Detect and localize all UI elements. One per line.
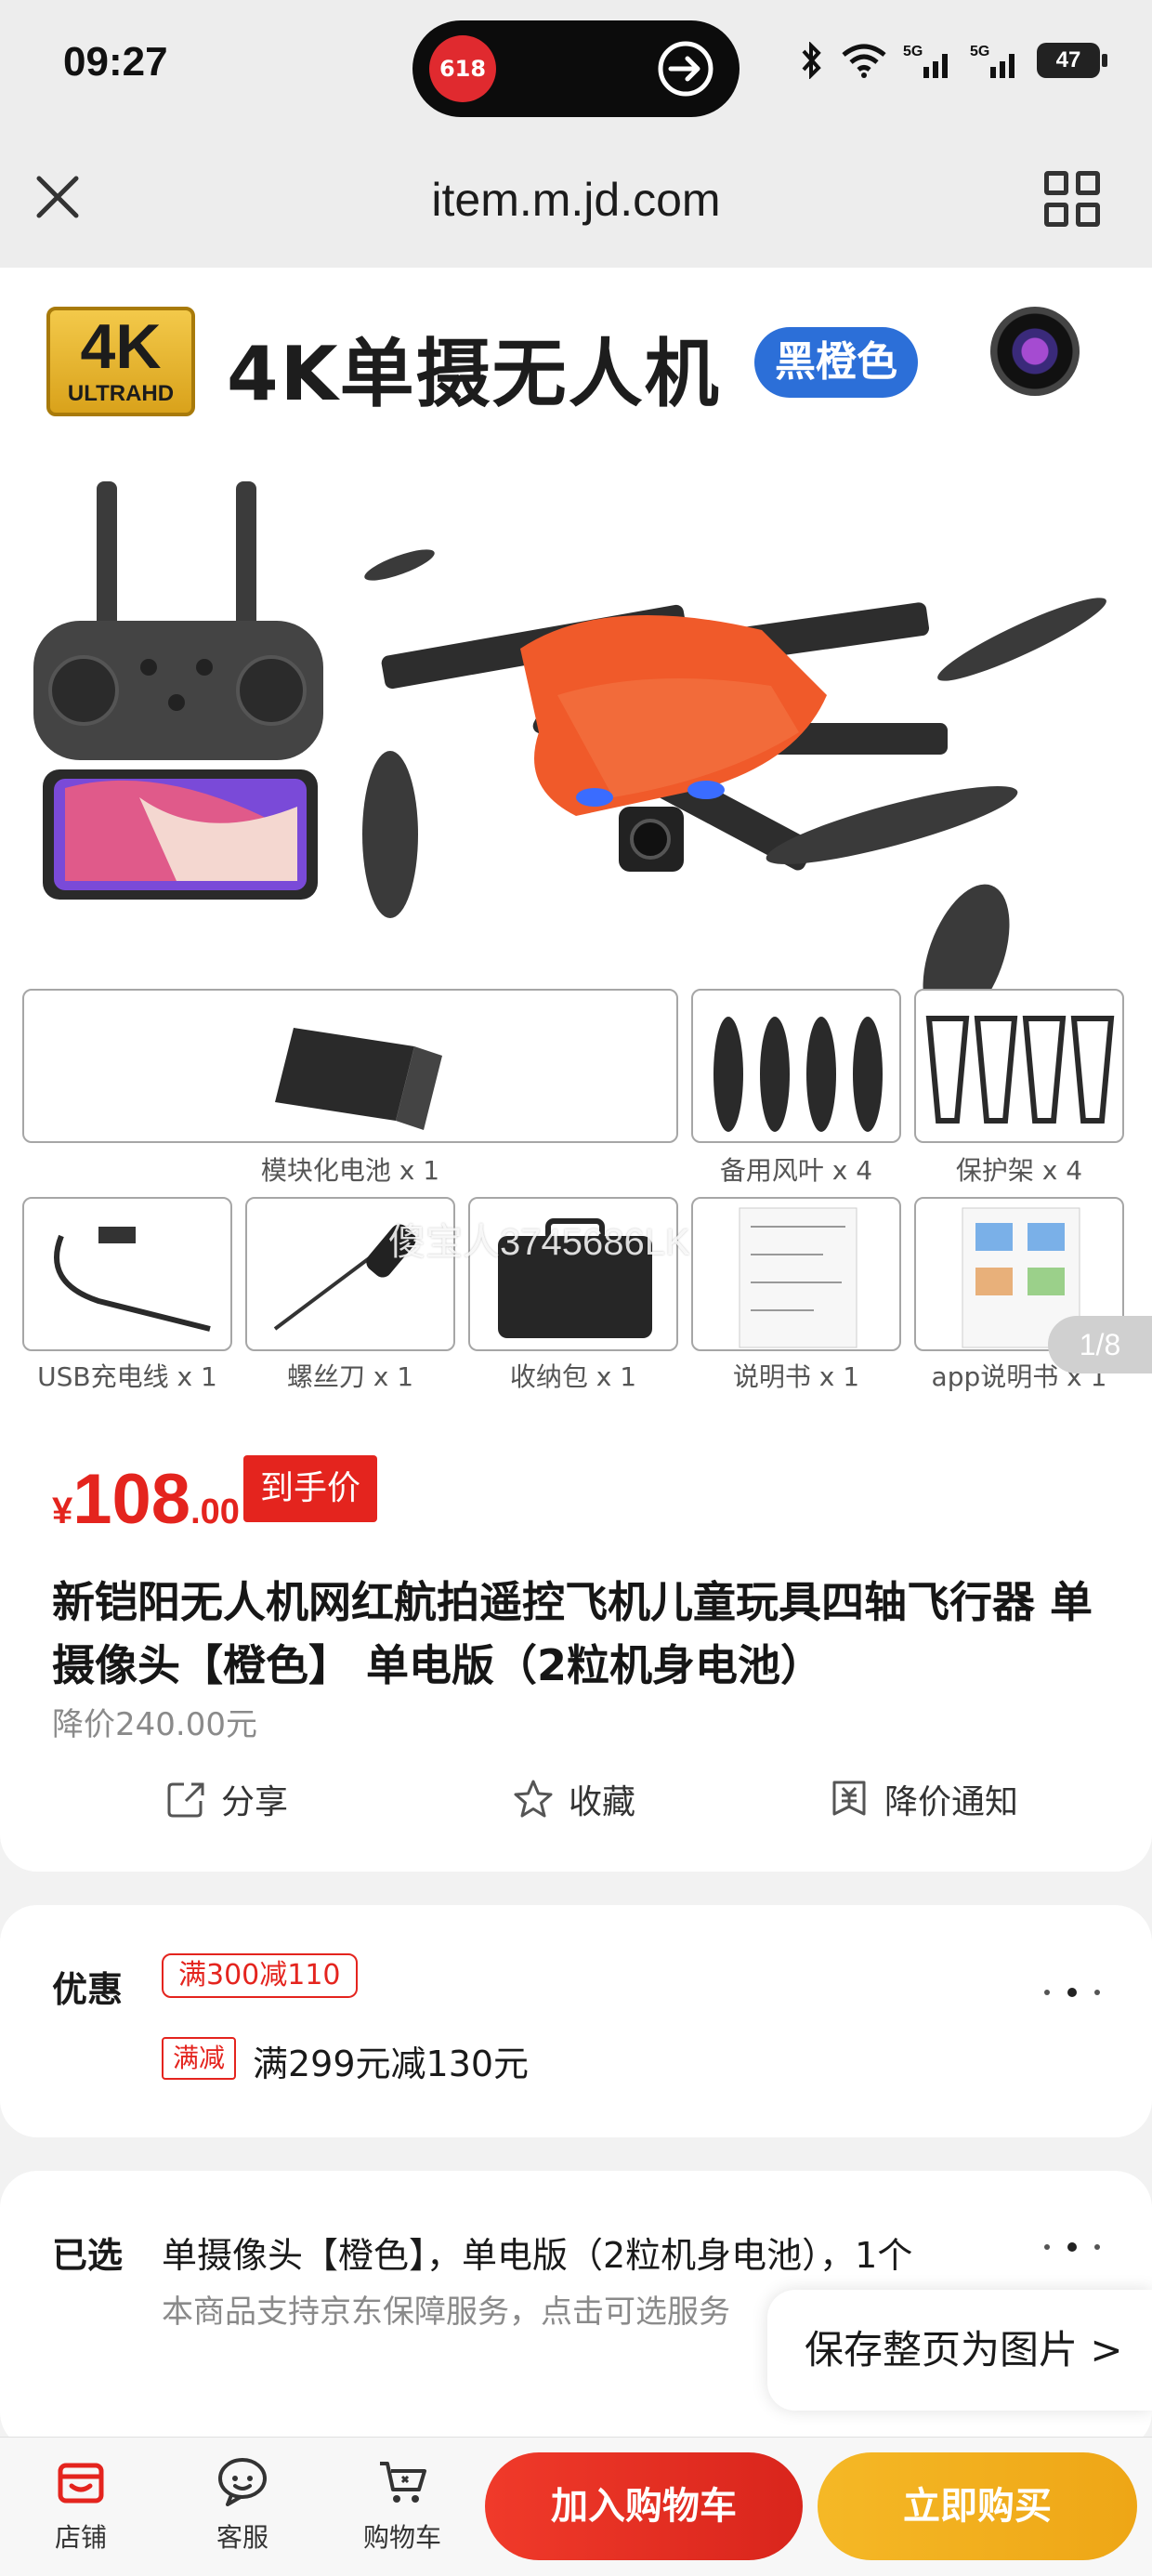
promo-618-icon: 618: [429, 35, 496, 102]
discount-text: 满299元减130元: [253, 2044, 530, 2084]
watermark-text: 傻宝人3745686LK: [388, 1222, 690, 1263]
favorite-label: 收藏: [569, 1783, 636, 1821]
badge-4k-ultrahd: 4K ULTRAHD: [46, 307, 195, 416]
shop-label: 店铺: [54, 2522, 107, 2553]
accessory-battery: [22, 989, 678, 1143]
bottom-action-bar: 店铺 客服 购物车 加入购物车 立即购买: [0, 2437, 1152, 2576]
accessory-guards: [914, 989, 1124, 1143]
product-info-card: ¥108.00 到手价 新铠阳无人机网红航拍遥控飞机儿童玩具四轴飞行器 单摄像头…: [0, 1407, 1152, 1872]
selected-value: 单摄像头【橙色】，单电版（2粒机身电池），1个: [162, 2235, 913, 2276]
accessory-label: 保护架 x 4: [955, 1155, 1083, 1186]
accessory-label: 收纳包 x 1: [509, 1361, 637, 1392]
grid-menu-icon[interactable]: [1044, 171, 1100, 227]
accessory-usb-cable: [22, 1197, 232, 1351]
svg-text:5G: 5G: [970, 44, 989, 59]
shop-icon: [58, 2463, 104, 2504]
accessory-manual: [691, 1197, 901, 1351]
accessory-label: 备用风叶 x 4: [719, 1155, 873, 1186]
cart-label: 购物车: [362, 2522, 441, 2553]
status-icons: 5G 5G 47: [797, 41, 1107, 80]
price: ¥108.00: [52, 1460, 240, 1539]
coupon-badge[interactable]: 满300减110: [162, 1953, 358, 1998]
bluetooth-icon: [802, 42, 821, 79]
status-bar: 09:27 618 5G 5G 47: [0, 0, 1152, 138]
star-icon: [514, 1780, 553, 1818]
more-icon[interactable]: [1044, 1983, 1100, 2002]
svg-text:5G: 5G: [903, 44, 923, 59]
image-pager: 1/8: [1048, 1316, 1152, 1373]
promo-label: 优惠: [52, 1969, 124, 2010]
camera-lens-icon: [990, 307, 1080, 396]
service-tab[interactable]: 客服: [191, 2454, 294, 2555]
signal-5g-2-icon: 5G: [970, 44, 1015, 78]
cart-tab[interactable]: 购物车: [351, 2454, 453, 2555]
accessory-label: USB充电线 x 1: [37, 1361, 217, 1392]
accessory-label: 说明书 x 1: [732, 1361, 860, 1392]
share-label: 分享: [221, 1783, 289, 1821]
price-alert-button[interactable]: 降价通知: [827, 1775, 1018, 1823]
save-page-as-image-button[interactable]: 保存整页为图片 >: [767, 2290, 1152, 2411]
cart-icon: [380, 2462, 426, 2503]
accessory-label: 模块化电池 x 1: [260, 1155, 440, 1186]
battery-icon: 47: [1037, 43, 1107, 78]
signal-5g-icon: 5G: [903, 44, 948, 78]
final-price-tag: 到手价: [243, 1455, 378, 1522]
product-image-carousel[interactable]: 4K ULTRAHD 4K单摄无人机 黑橙色 模块化电池 x 1 备用风叶 x …: [0, 268, 1152, 1407]
buy-now-button[interactable]: 立即购买: [818, 2452, 1137, 2560]
selected-label: 已选: [52, 2235, 124, 2276]
hero-title: 4K单摄无人机: [227, 331, 721, 417]
price-alert-label: 降价通知: [884, 1783, 1019, 1821]
share-arrow-icon: [658, 41, 713, 97]
share-icon: [167, 1782, 204, 1818]
browser-url-bar: item.m.jd.com: [0, 138, 1152, 268]
service-label: 客服: [216, 2522, 268, 2553]
more-icon[interactable]: [1044, 2238, 1100, 2256]
accessory-label: 螺丝刀 x 1: [286, 1361, 414, 1392]
shop-tab[interactable]: 店铺: [30, 2454, 132, 2555]
product-actions: 分享 收藏 降价通知: [0, 1775, 1152, 1840]
add-to-cart-button[interactable]: 加入购物车: [485, 2452, 803, 2560]
price-alert-icon: [832, 1781, 866, 1816]
promotion-card[interactable]: 优惠 满300减110 满减 满299元减130元: [0, 1905, 1152, 2137]
status-time: 09:27: [63, 39, 168, 85]
remote-controller: [33, 481, 323, 900]
price-drop-text: 降价240.00元: [52, 1706, 257, 1743]
dynamic-island[interactable]: 618: [412, 20, 740, 117]
share-button[interactable]: 分享: [164, 1775, 288, 1823]
service-note: 本商品支持京东保障服务，点击可选服务: [162, 2293, 730, 2331]
url-text[interactable]: item.m.jd.com: [0, 173, 1152, 227]
drone: [362, 549, 1106, 1027]
customer-service-icon: [218, 2458, 267, 2506]
favorite-button[interactable]: 收藏: [511, 1775, 635, 1823]
accessory-propellers: [691, 989, 901, 1143]
product-title: 新铠阳无人机网红航拍遥控飞机儿童玩具四轴飞行器 单摄像头【橙色】 单电版（2粒机…: [52, 1577, 1093, 1690]
color-pill: 黑橙色: [754, 327, 918, 398]
wifi-icon: [842, 44, 886, 78]
discount-tag: 满减: [162, 2037, 237, 2080]
